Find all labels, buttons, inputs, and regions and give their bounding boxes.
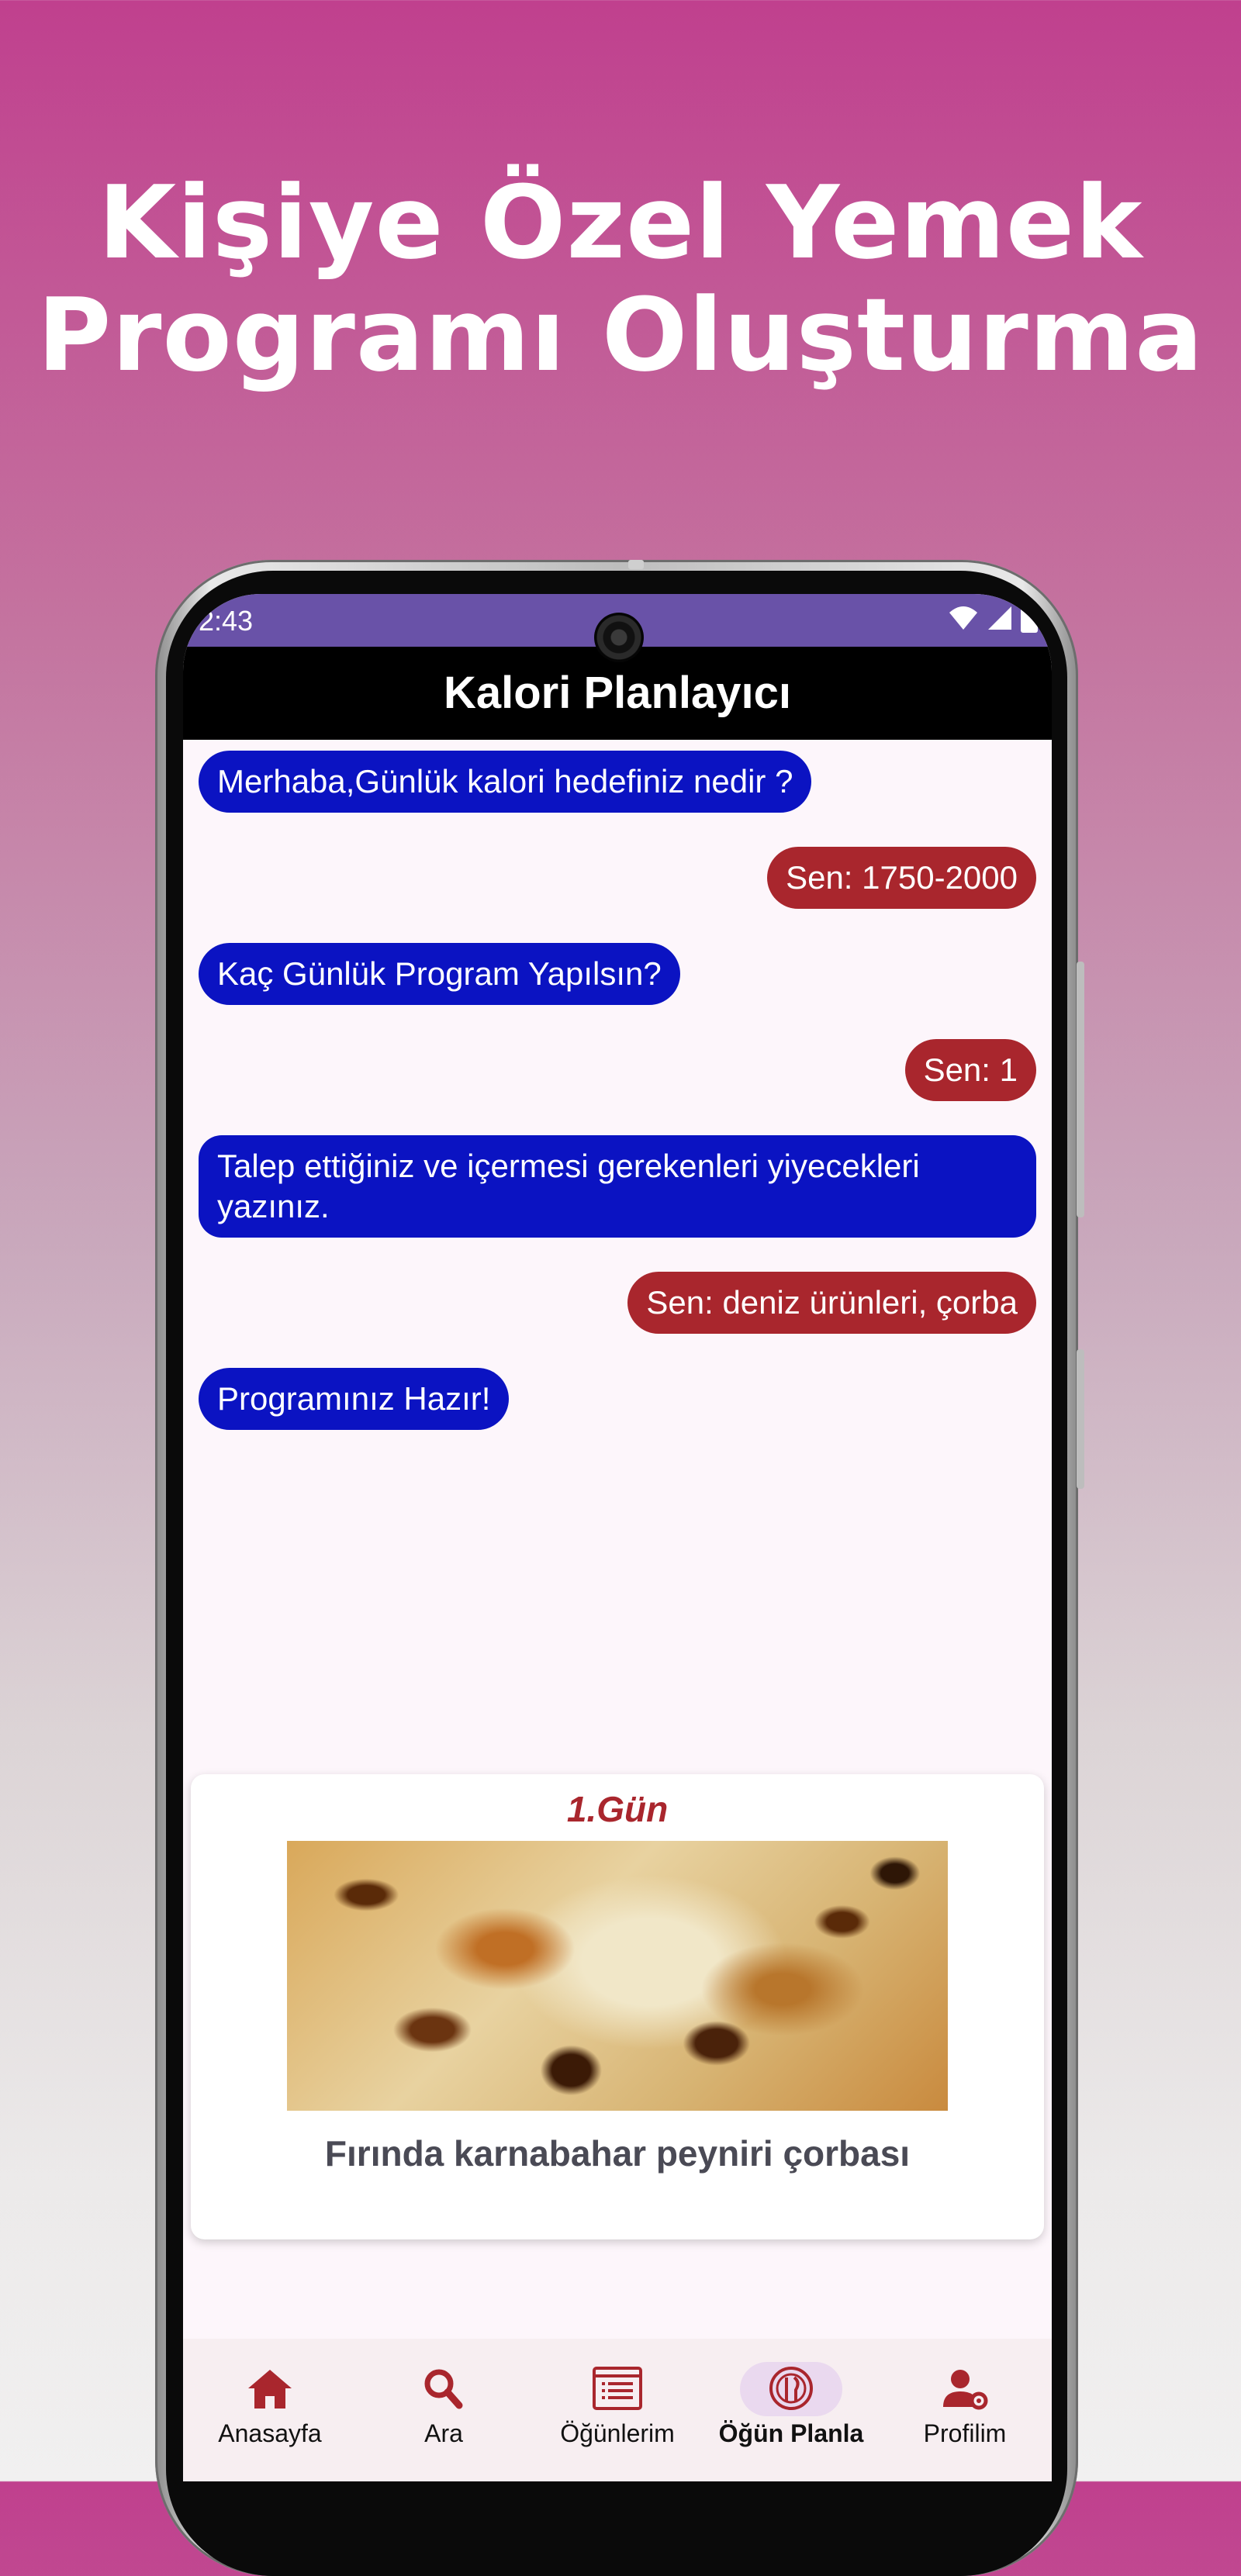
chat-bubble-user: Sen: 1750-2000 bbox=[767, 847, 1036, 909]
meal-plan-card[interactable]: 1.Gün Fırında karnabahar peyniri çorbası bbox=[191, 1774, 1044, 2239]
menu-list-icon bbox=[593, 2367, 642, 2410]
nav-item-my-meals[interactable]: Öğünlerim bbox=[531, 2339, 704, 2481]
nav-item-plan-meal[interactable]: Öğün Planla bbox=[704, 2339, 878, 2481]
promo-headline: Kişiye Özel Yemek Programı Oluşturma bbox=[0, 167, 1241, 392]
bottom-navigation: Anasayfa Ara Öğünlerim Öğün Planla Profi… bbox=[183, 2339, 1052, 2481]
nav-label: Anasayfa bbox=[218, 2419, 322, 2447]
chat-bubble-bot: Talep ettiğiniz ve içermesi gerekenleri … bbox=[199, 1135, 1036, 1238]
nav-label: Öğün Planla bbox=[718, 2419, 864, 2447]
front-camera bbox=[594, 613, 644, 662]
wifi-icon bbox=[949, 606, 977, 630]
person-settings-icon bbox=[943, 2370, 988, 2410]
app-title: Kalori Planlayıcı bbox=[443, 668, 792, 718]
phone-top-slot bbox=[628, 560, 644, 569]
chat-bubble-bot: Programınız Hazır! bbox=[199, 1368, 510, 1430]
chat-bubble-user: Sen: deniz ürünleri, çorba bbox=[627, 1272, 1036, 1334]
nav-label: Öğünlerim bbox=[560, 2419, 675, 2447]
chat-bubble-bot: Merhaba,Günlük kalori hedefiniz nedir ? bbox=[199, 751, 812, 813]
food-name: Fırında karnabahar peyniri çorbası bbox=[324, 2133, 911, 2174]
day-label: 1.Gün bbox=[566, 1789, 669, 1829]
battery-icon bbox=[1021, 603, 1038, 633]
headline-line-2: Programı Oluşturma bbox=[37, 276, 1204, 394]
headline-line-1: Kişiye Özel Yemek bbox=[98, 164, 1143, 281]
nav-item-search[interactable]: Ara bbox=[357, 2339, 531, 2481]
nav-label: Profilim bbox=[923, 2419, 1007, 2447]
search-icon bbox=[424, 2369, 463, 2409]
nav-item-home[interactable]: Anasayfa bbox=[183, 2339, 357, 2481]
food-image bbox=[287, 1841, 948, 2111]
chat-bubble-bot: Kaç Günlük Program Yapılsın? bbox=[199, 943, 680, 1005]
phone-screen: 2:43 Kalori Planlayıcı Merhaba,Günlük ka… bbox=[183, 594, 1052, 2481]
signal-icon bbox=[988, 606, 1011, 630]
volume-button bbox=[1077, 962, 1084, 1217]
status-time: 2:43 bbox=[199, 605, 254, 637]
home-icon bbox=[248, 2370, 292, 2409]
plate-utensils-icon bbox=[769, 2367, 813, 2410]
chat-bubble-user: Sen: 1 bbox=[904, 1039, 1036, 1101]
power-button bbox=[1077, 1349, 1084, 1489]
nav-item-profile[interactable]: Profilim bbox=[878, 2339, 1052, 2481]
nav-label: Ara bbox=[424, 2419, 463, 2447]
